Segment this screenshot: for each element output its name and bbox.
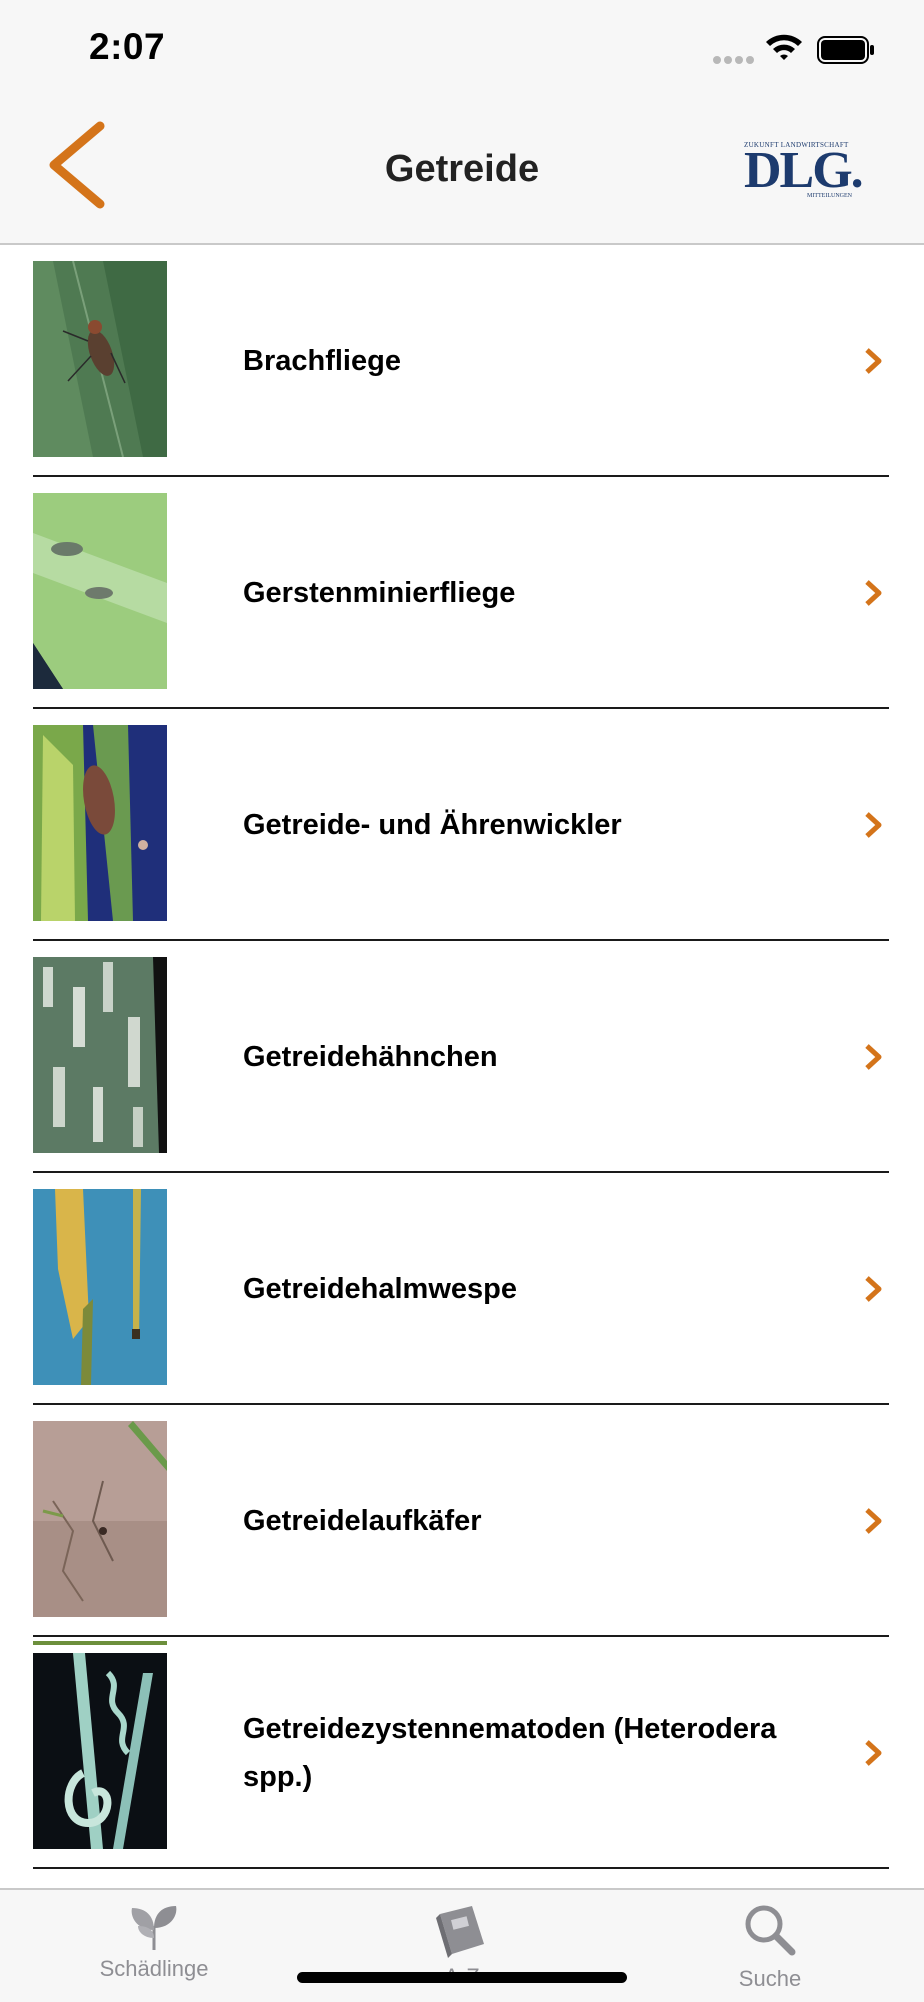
list-item[interactable]: Brachfliege	[0, 245, 924, 477]
pest-thumbnail	[33, 261, 167, 457]
list-item[interactable]: Gerstenminierfliege	[0, 477, 924, 709]
list-item-label: Getreidehähnchen	[243, 1041, 498, 1073]
pest-thumbnail	[33, 1653, 167, 1849]
chevron-right-icon	[865, 812, 882, 838]
pest-thumbnail	[33, 725, 167, 921]
pest-thumbnail-partial	[33, 1641, 167, 1645]
home-indicator	[297, 1972, 627, 1983]
tab-label: Schädlinge	[99, 1956, 209, 1981]
cellular-signal-icon	[713, 56, 754, 64]
list-item-label: Getreidezystennematoden (Heterodera spp.…	[243, 1713, 777, 1793]
dlg-logo: ZUKUNFT LANDWIRTSCHAFT DLG. MITTEILUNGEN	[744, 141, 864, 199]
pest-thumbnail	[33, 1189, 167, 1385]
status-bar: 2:07	[0, 0, 924, 100]
tab-suche[interactable]: Suche	[670, 1890, 870, 2002]
list-item[interactable]: Getreidezystennematoden (Heterodera spp.…	[0, 1637, 924, 1869]
pest-thumbnail	[33, 957, 167, 1153]
list-item[interactable]: Getreidelaufkäfer	[0, 1405, 924, 1637]
wifi-icon	[766, 34, 802, 60]
chevron-right-icon	[865, 348, 882, 374]
pest-thumbnail	[33, 493, 167, 689]
list-item-label: Gerstenminierfliege	[243, 577, 516, 609]
status-time: 2:07	[89, 26, 166, 67]
list-item-label: Getreidehalmwespe	[243, 1273, 517, 1305]
search-icon	[745, 1905, 796, 1956]
seedling-icon	[131, 1906, 177, 1950]
navigation-bar: Getreide ZUKUNFT LANDWIRTSCHAFT DLG. MIT…	[0, 100, 924, 245]
tab-bar: Schädlinge A-Z Suche	[0, 1888, 924, 2002]
battery-icon	[817, 36, 874, 64]
list-item[interactable]: Getreidehalmwespe	[0, 1173, 924, 1405]
chevron-right-icon	[865, 1044, 882, 1070]
chevron-right-icon	[865, 580, 882, 606]
book-icon	[436, 1906, 484, 1958]
list-item-label: Brachfliege	[243, 345, 401, 377]
list-item-label: Getreide- und Ährenwickler	[243, 809, 622, 841]
list-item[interactable]: Getreide- und Ährenwickler	[0, 709, 924, 941]
pest-thumbnail	[33, 1421, 167, 1617]
chevron-right-icon	[865, 1740, 882, 1766]
chevron-right-icon	[865, 1276, 882, 1302]
tab-label: Suche	[738, 1966, 802, 1991]
tab-a-z[interactable]: A-Z	[362, 1890, 562, 2002]
pest-list: Brachfliege Gerstenminierfliege Getreide…	[0, 245, 924, 1869]
list-item[interactable]: Getreidehähnchen	[0, 941, 924, 1173]
tab-schaedlinge[interactable]: Schädlinge	[54, 1890, 254, 2002]
list-item-label: Getreidelaufkäfer	[243, 1505, 482, 1537]
chevron-right-icon	[865, 1508, 882, 1534]
